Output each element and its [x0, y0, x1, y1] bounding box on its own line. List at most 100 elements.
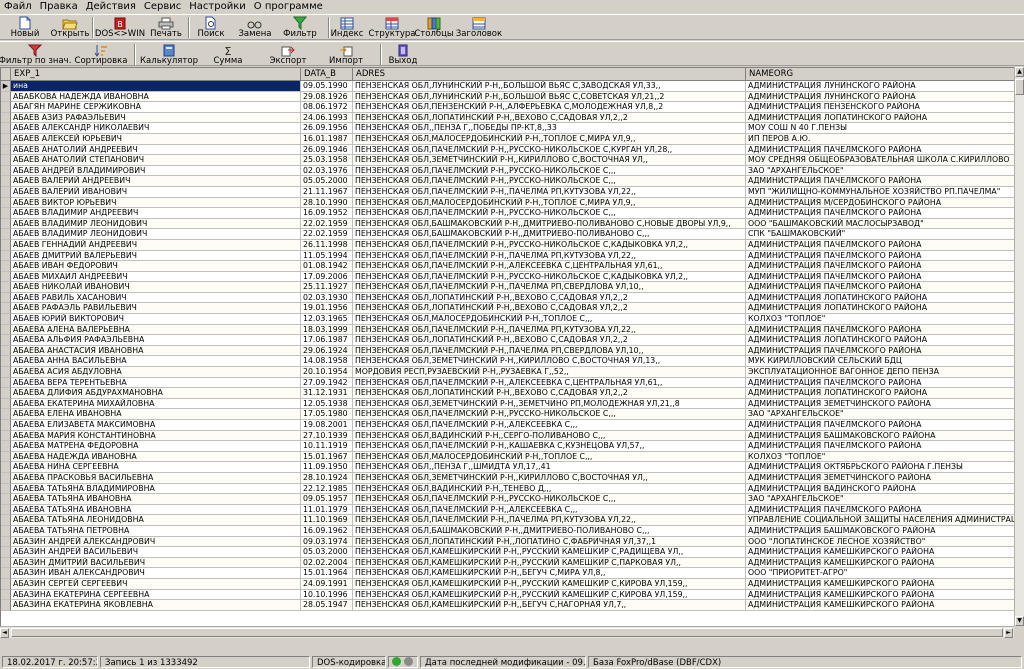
cell-data-b[interactable]: 25.03.1958 [301, 155, 353, 166]
row-indicator[interactable] [1, 197, 11, 209]
row-indicator[interactable] [1, 536, 11, 548]
cell-nameorg[interactable]: КОЛХОЗ "ТОПЛОЕ" [746, 451, 1015, 463]
cell-exp1[interactable]: АБАЕВ АНАТОЛИЙ АНДРЕЕВИЧ [11, 144, 301, 156]
cell-adres[interactable]: ПЕНЗЕНСКАЯ ОБЛ,ЛОПАТИНСКИЙ Р-Н,,ВЕХОВО С… [353, 388, 746, 399]
cell-adres[interactable]: ПЕНЗЕНСКАЯ ОБЛ,ПАЧЕЛМСКИЙ Р-Н,,ПАЧЕЛМА Р… [353, 250, 746, 262]
table-row[interactable]: АБАЗИНА ЕКАТЕРИНА ЯКОВЛЕВНА 28.05.1947 ПЕН… [1, 600, 1015, 611]
cell-data-b[interactable]: 05.05.2000 [301, 176, 353, 187]
table-row[interactable]: АБАЕВА ТАТЬЯНА ПЕТРОВНА 16.09.1962 ПЕНЗЕНС… [1, 525, 1015, 537]
cell-adres[interactable]: ПЕНЗЕНСКАЯ ОБЛ,МАЛОСЕРДОБИНСКИЙ Р-Н,,ТОП… [353, 314, 746, 325]
cell-nameorg[interactable]: ЗАО "АРХАНГЕЛЬСКОЕ" [746, 494, 1015, 505]
cell-nameorg[interactable]: АДМИНИСТРАЦИЯ ПАЧЕЛМСКОГО РАЙОНА [746, 441, 1015, 452]
cell-nameorg[interactable]: АДМИНИСТРАЦИЯ КАМЕШКИРСКОГО РАЙОНА [746, 547, 1015, 558]
row-indicator[interactable] [1, 282, 11, 293]
cell-adres[interactable]: ПЕНЗЕНСКАЯ ОБЛ,МАЛОСЕРДОБИНСКИЙ Р-Н,,ТОП… [353, 197, 746, 209]
table-row[interactable]: АБАЗИН АНДРЕЙ ВАСИЛЬЕВИЧ 05.03.2000 ПЕНЗЕН… [1, 547, 1015, 558]
cell-exp1[interactable]: АБАЕВ НИКОЛАЙ ИВАНОВИЧ [11, 282, 301, 293]
cell-adres[interactable]: ПЕНЗЕНСКАЯ ОБЛ,БАШМАКОВСКИЙ Р-Н,,ДМИТРИЕ… [353, 525, 746, 537]
cell-nameorg[interactable]: АДМИНИСТРАЦИЯ ЗЕМЕТЧИНСКОГО РАЙОНА [746, 472, 1015, 484]
cell-adres[interactable]: ПЕНЗЕНСКАЯ ОБЛ,ЗЕМЕТЧИНСКИЙ Р-Н,,КИРИЛЛО… [353, 472, 746, 484]
cell-data-b[interactable]: 02.03.1976 [301, 165, 353, 177]
cell-data-b[interactable]: 15.01.1967 [301, 451, 353, 463]
exit-button[interactable]: Выход [382, 43, 424, 67]
header-button[interactable]: Заголовок [456, 16, 502, 40]
cell-adres[interactable]: ПЕНЗЕНСКАЯ ОБЛ,ПАЧЕЛМСКИЙ Р-Н,,АЛЕКСЕЕВК… [353, 377, 746, 389]
cell-nameorg[interactable]: АДМИНИСТРАЦИЯ БАШМАКОВСКОГО РАЙОНА [746, 430, 1015, 442]
table-row[interactable]: АБАЕВ НИКОЛАЙ ИВАНОВИЧ 25.11.1927 ПЕНЗЕНСК… [1, 282, 1015, 293]
cell-exp1[interactable]: АБАЕВА ЕКАТЕРИНА МИХАЙЛОВНА [11, 398, 301, 410]
new-file-button[interactable]: Новый [8, 16, 42, 40]
table-row[interactable]: АБАЕВ ВЛАДИМИР АНДРЕЕВИЧ 16.09.1952 ПЕНЗЕН… [1, 208, 1015, 219]
cell-nameorg[interactable]: ЗАО "АРХАНГЕЛЬСКОЕ" [746, 165, 1015, 177]
cell-exp1[interactable]: АБАЕВА МАРИЯ КОНСТАНТИНОВНА [11, 430, 301, 442]
row-indicator[interactable] [1, 472, 11, 484]
table-row[interactable]: АБАЕВ ГЕННАДИЙ АНДРЕЕВИЧ 26.11.1998 ПЕНЗЕН… [1, 239, 1015, 251]
table-row[interactable]: АБАЕВ ВАЛЕРИЙ АНДРЕЕВИЧ 05.05.2000 ПЕНЗЕНС… [1, 176, 1015, 187]
row-indicator[interactable] [1, 303, 11, 315]
replace-button[interactable]: Замена [236, 16, 274, 40]
cell-data-b[interactable]: 10.10.1996 [301, 589, 353, 601]
cell-exp1[interactable]: АБАЕВ РАФАЭЛЬ РАВИЛЬЕВИЧ [11, 303, 301, 315]
cell-data-b[interactable]: 28.05.1947 [301, 600, 353, 611]
cell-adres[interactable]: ПЕНЗЕНСКАЯ ОБЛ,ЗЕМЕТЧИНСКИЙ Р-Н,,КИРИЛЛО… [353, 155, 746, 166]
vertical-scrollbar[interactable]: ▲ ▼ [1014, 67, 1024, 626]
table-row[interactable]: АБАЕВА АСИЯ АБДУЛОВНА 20.10.1954 МОРДОВИЯ … [1, 367, 1015, 378]
table-row[interactable]: АБАЕВА АННА ВАСИЛЬЕВНА 14.08.1958 ПЕНЗЕНСК… [1, 356, 1015, 368]
cell-data-b[interactable]: 29.08.1926 [301, 91, 353, 103]
cell-exp1[interactable]: АБАЕВА НИНА СЕРГЕЕВНА [11, 462, 301, 473]
table-row[interactable]: АБАЕВ РАФАЭЛЬ РАВИЛЬЕВИЧ 19.01.1956 ПЕНЗЕН… [1, 303, 1015, 315]
cell-nameorg[interactable]: ЭКСПЛУАТАЦИОННОЕ ВАГОННОЕ ДЕПО ПЕНЗА [746, 367, 1015, 378]
row-indicator[interactable] [1, 314, 11, 325]
cell-adres[interactable]: ПЕНЗЕНСКАЯ ОБЛ,ЛУНИНСКИЙ Р-Н,,БОЛЬШОЙ ВЬ… [353, 81, 746, 92]
columns-button[interactable]: Столбцы [414, 16, 454, 40]
cell-nameorg[interactable]: ИП ПЕРОВ А.Ю. [746, 133, 1015, 145]
cell-nameorg[interactable]: АДМИНИСТРАЦИЯ ЛОПАТИНСКОГО РАЙОНА [746, 335, 1015, 346]
cell-data-b[interactable]: 27.09.1942 [301, 377, 353, 389]
cell-exp1[interactable]: АБАЕВ ВЛАДИМИР АНДРЕЕВИЧ [11, 208, 301, 219]
cell-data-b[interactable]: 22.02.1959 [301, 229, 353, 240]
cell-adres[interactable]: ПЕНЗЕНСКАЯ ОБЛ,ПАЧЕЛМСКИЙ Р-Н,,РУССКО-НИ… [353, 494, 746, 505]
row-indicator[interactable] [1, 409, 11, 420]
cell-exp1[interactable]: АБАЕВА НАДЕЖДА ИВАНОВНА [11, 451, 301, 463]
cell-exp1[interactable]: АБАЗИН АНДРЕЙ АЛЕКСАНДРОВИЧ [11, 536, 301, 548]
row-indicator[interactable] [1, 155, 11, 166]
cell-exp1[interactable]: АБАЕВ ВАЛЕРИЙ АНДРЕЕВИЧ [11, 176, 301, 187]
filter-button[interactable]: Фильтр [280, 16, 320, 40]
cell-nameorg[interactable]: ООО "ПРИОРИТЕТ-АГРО" [746, 568, 1015, 579]
menu-item-3[interactable]: Сервис [140, 0, 185, 13]
cell-adres[interactable]: ПЕНЗЕНСКАЯ ОБЛ,КАМЕШКИРСКИЙ Р-Н,,БЕГУЧ С… [353, 568, 746, 579]
table-row[interactable]: АБАЗИН ДМИТРИЙ ВАСИЛЬЕВИЧ 02.02.2004 ПЕНЗЕ… [1, 557, 1015, 569]
row-indicator[interactable] [1, 261, 11, 272]
cell-adres[interactable]: ПЕНЗЕНСКАЯ ОБЛ,МАЛОСЕРДОБИНСКИЙ Р-Н,,ТОП… [353, 133, 746, 145]
cell-data-b[interactable]: 16.09.1962 [301, 525, 353, 537]
cell-nameorg[interactable]: АДМИНИСТРАЦИЯ ВАДИНСКОГО РАЙОНА [746, 483, 1015, 495]
search-button[interactable]: Поиск [194, 16, 228, 40]
cell-adres[interactable]: ПЕНЗЕНСКАЯ ОБЛ,ПАЧЕЛМСКИЙ Р-Н,,РУССКО-НИ… [353, 165, 746, 177]
row-indicator[interactable] [1, 250, 11, 262]
table-row[interactable]: АБАЕВ ВАЛЕРИЙ ИВАНОВИЧ 21.11.1967 ПЕНЗЕНСК… [1, 186, 1015, 198]
row-indicator[interactable] [1, 112, 11, 124]
table-row[interactable]: АБАЕВА АНАСТАСИЯ ИВАНОВНА 29.06.1924 ПЕНЗЕ… [1, 345, 1015, 357]
cell-adres[interactable]: ПЕНЗЕНСКАЯ ОБЛ,ПАЧЕЛМСКИЙ Р-Н,,АЛЕКСЕЕВК… [353, 261, 746, 272]
cell-nameorg[interactable]: АДМИНИСТРАЦИЯ ЗЕМЕТЧИНСКОГО РАЙОНА [746, 398, 1015, 410]
table-row[interactable]: АБАЕВА ТАТЬЯНА ИВАНОВНА 11.01.1979 ПЕНЗЕНС… [1, 504, 1015, 516]
cell-nameorg[interactable]: АДМИНИСТРАЦИЯ ПАЧЕЛМСКОГО РАЙОНА [746, 208, 1015, 219]
cell-adres[interactable]: ПЕНЗЕНСКАЯ ОБЛ,ПАЧЕЛМСКИЙ Р-Н,,РУССКО-НИ… [353, 271, 746, 283]
row-indicator[interactable] [1, 218, 11, 230]
cell-data-b[interactable]: 20.10.1954 [301, 367, 353, 378]
cell-adres[interactable]: ПЕНЗЕНСКАЯ ОБЛ,ПАЧЕЛМСКИЙ Р-Н,,ПАЧЕЛМА Р… [353, 515, 746, 526]
cell-exp1[interactable]: АБАЕВ АЛЕКСЕЙ ЮРЬЕВИЧ [11, 133, 301, 145]
cell-data-b[interactable]: 27.10.1939 [301, 430, 353, 442]
cell-exp1[interactable]: АБАЕВ АЛЕКСАНДР НИКОЛАЕВИЧ [11, 123, 301, 134]
row-indicator[interactable] [1, 568, 11, 579]
cell-adres[interactable]: ПЕНЗЕНСКАЯ ОБЛ,БАШМАКОВСКИЙ Р-Н,,ДМИТРИЕ… [353, 218, 746, 230]
cell-nameorg[interactable]: АДМИНИСТРАЦИЯ ЛОПАТИНСКОГО РАЙОНА [746, 112, 1015, 124]
cell-nameorg[interactable]: АДМИНИСТРАЦИЯ ЛОПАТИНСКОГО РАЙОНА [746, 292, 1015, 304]
cell-data-b[interactable]: 02.03.1930 [301, 292, 353, 304]
cell-exp1[interactable]: АБАЗИН ДМИТРИЙ ВАСИЛЬЕВИЧ [11, 557, 301, 569]
table-row[interactable]: АБАЗИНА ЕКАТЕРИНА СЕРГЕЕВНА 10.10.1996 ПЕН… [1, 589, 1015, 601]
cell-adres[interactable]: ПЕНЗЕНСКАЯ ОБЛ,ЛУНИНСКИЙ Р-Н,,БОЛЬШОЙ ВЬ… [353, 91, 746, 103]
table-row[interactable]: АБАЕВА ТАТЬЯНА ИВАНОВНА 09.05.1957 ПЕНЗЕНС… [1, 494, 1015, 505]
row-indicator[interactable] [1, 483, 11, 495]
cell-exp1[interactable]: АБАЕВА ТАТЬЯНА ИВАНОВНА [11, 504, 301, 516]
